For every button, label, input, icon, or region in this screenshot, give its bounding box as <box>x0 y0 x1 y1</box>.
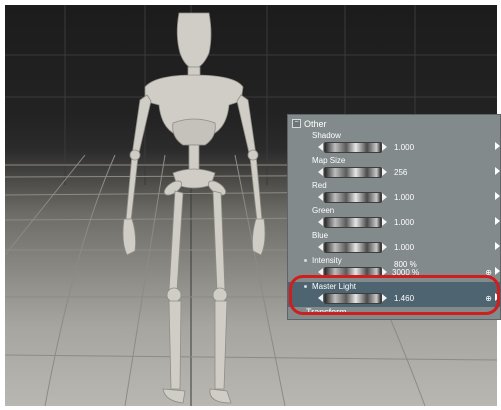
property-value[interactable]: 1.000 <box>394 218 414 227</box>
property-green: Green 1.000 <box>288 206 501 230</box>
property-blue: Blue 1.000 <box>288 231 501 255</box>
property-value[interactable]: 1.000 <box>394 193 414 202</box>
property-label: Map Size <box>312 156 346 165</box>
value-dial[interactable] <box>324 242 382 253</box>
mannequin-figure <box>122 12 266 404</box>
annotation-highlight-ring <box>289 275 500 315</box>
property-value[interactable]: 1.000 <box>394 243 414 252</box>
property-label: Red <box>312 181 327 190</box>
decrement-arrow-icon[interactable] <box>318 243 323 251</box>
property-red: Red 1.000 <box>288 181 501 205</box>
property-menu-arrow-icon[interactable] <box>495 217 500 225</box>
property-menu-arrow-icon[interactable] <box>495 242 500 250</box>
property-label: Blue <box>312 231 329 240</box>
property-menu-arrow-icon[interactable] <box>495 192 500 200</box>
decrement-arrow-icon[interactable] <box>318 143 323 151</box>
property-value[interactable]: 256 <box>394 168 407 177</box>
value-dial[interactable] <box>324 192 382 203</box>
decrement-arrow-icon[interactable] <box>318 193 323 201</box>
property-menu-arrow-icon[interactable] <box>495 142 500 150</box>
bullet-icon <box>304 259 307 262</box>
decrement-arrow-icon[interactable] <box>318 168 323 176</box>
property-label: Green <box>312 206 335 215</box>
decrement-arrow-icon[interactable] <box>318 218 323 226</box>
group-title: Other <box>304 118 327 129</box>
property-label: Shadow <box>312 131 341 140</box>
increment-arrow-icon[interactable] <box>382 143 387 151</box>
property-value[interactable]: 1.000 <box>394 143 414 152</box>
increment-arrow-icon[interactable] <box>382 193 387 201</box>
property-map-size: Map Size 256 <box>288 156 501 180</box>
value-dial[interactable] <box>324 142 382 153</box>
increment-arrow-icon[interactable] <box>382 243 387 251</box>
screenshot-frame: − Other Shadow 1.000 Map Size 256 Red 1.… <box>0 0 501 410</box>
value-dial[interactable] <box>324 217 382 228</box>
value-dial[interactable] <box>324 167 382 178</box>
increment-arrow-icon[interactable] <box>382 168 387 176</box>
property-shadow: Shadow 1.000 <box>288 131 501 155</box>
increment-arrow-icon[interactable] <box>382 218 387 226</box>
property-menu-arrow-icon[interactable] <box>495 267 500 275</box>
property-label: Intensity <box>312 256 342 265</box>
group-header-other[interactable]: − Other <box>292 118 327 129</box>
collapse-icon[interactable]: − <box>292 119 301 128</box>
property-menu-arrow-icon[interactable] <box>495 167 500 175</box>
